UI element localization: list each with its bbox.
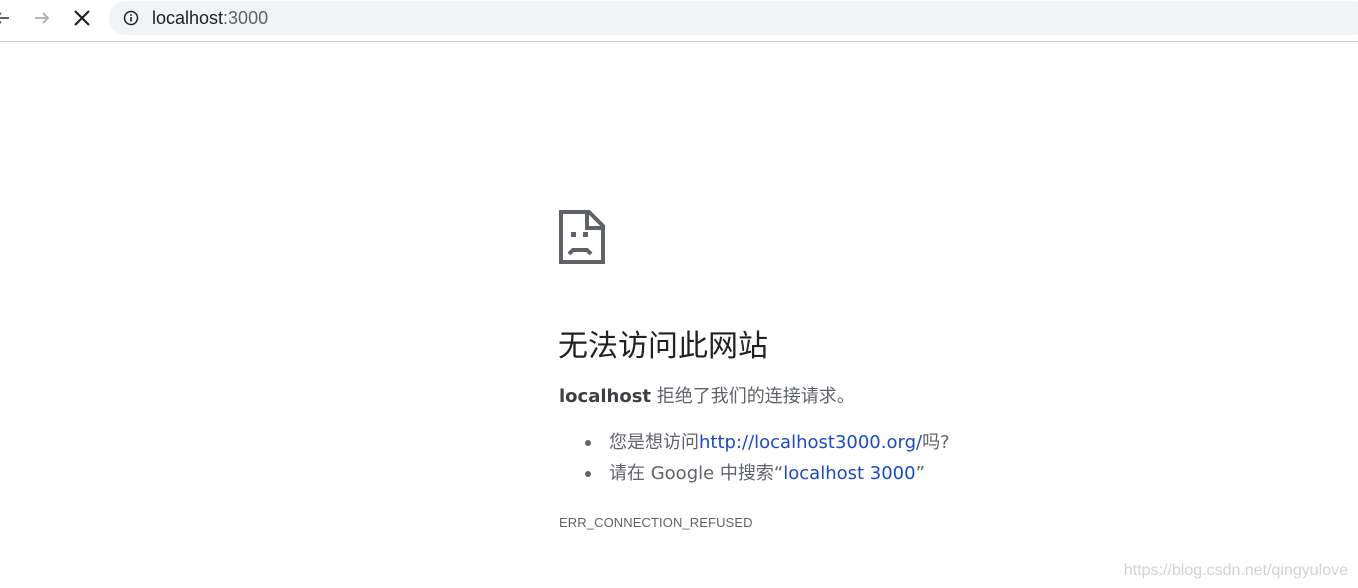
bullet [585, 471, 591, 477]
suggestion-visit-suffix: 吗? [922, 432, 950, 453]
suggested-url-link[interactable]: http://localhost3000.org/ [699, 432, 922, 453]
suggestion-search-prefix: 请在 Google 中搜索“ [609, 463, 784, 484]
address-url[interactable]: localhost:3000 [152, 1, 268, 35]
bullet [585, 440, 591, 446]
url-port: :3000 [223, 8, 269, 28]
stop-loading-button[interactable] [66, 2, 98, 34]
address-bar[interactable]: localhost:3000 [109, 1, 1358, 35]
google-search-link[interactable]: localhost 3000 [783, 463, 915, 484]
browser-toolbar: localhost:3000 [0, 0, 1358, 42]
error-summary: localhost 拒绝了我们的连接请求。 [559, 382, 855, 408]
url-host: localhost [152, 8, 224, 28]
error-summary-host: localhost [559, 386, 652, 407]
close-icon [74, 10, 90, 26]
suggestion-search-suffix: ” [915, 463, 925, 484]
error-summary-text: 拒绝了我们的连接请求。 [651, 386, 855, 407]
arrow-left-icon [0, 12, 9, 24]
error-code: ERR_CONNECTION_REFUSED [559, 515, 753, 530]
suggestion-visit-prefix: 您是想访问 [609, 432, 699, 453]
back-button[interactable] [0, 2, 18, 34]
arrow-right-icon [35, 12, 50, 24]
forward-button[interactable] [26, 2, 58, 34]
watermark: https://blog.csdn.net/qingyulove [1123, 562, 1348, 579]
info-circle-icon[interactable] [123, 10, 139, 26]
sad-page-icon [559, 210, 605, 264]
error-title: 无法访问此网站 [558, 329, 768, 364]
